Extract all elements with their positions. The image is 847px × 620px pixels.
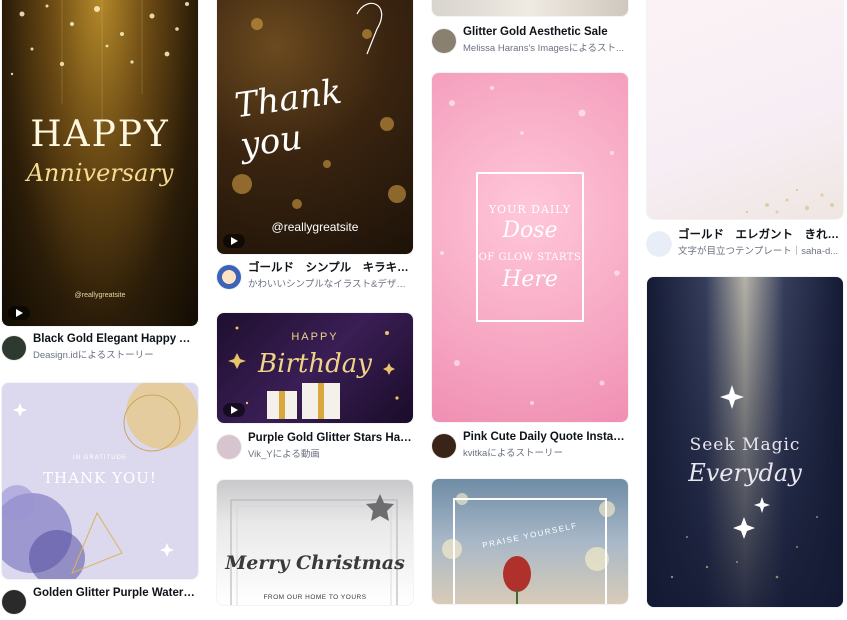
card-art-title: HAPPY — [30, 114, 170, 155]
card-art-line1: YOUR DAILY — [488, 203, 572, 216]
avatar — [432, 434, 456, 458]
avatar — [217, 435, 241, 459]
template-card-praise-yourself[interactable]: PRAISE YOURSELF — [432, 479, 628, 604]
card-meta[interactable]: ゴールド シンプル キラキラ... かわいいシンプルなイラスト&デザイ... — [217, 261, 413, 295]
avatar — [647, 232, 671, 256]
card-art-handle: @reallygreatsite — [271, 220, 359, 234]
play-icon — [231, 237, 238, 245]
avatar — [2, 336, 26, 360]
play-icon — [16, 309, 23, 317]
card-art-line2: Everyday — [688, 459, 802, 487]
avatar — [217, 265, 241, 289]
card-art-line4: Here — [502, 267, 558, 292]
card-author[interactable]: kvitkaによるストーリー — [463, 447, 628, 460]
play-icon — [231, 406, 238, 414]
card-art-small: IN GRATITUDE — [73, 455, 127, 461]
card-meta[interactable]: Golden Glitter Purple Waterc... — [2, 586, 198, 620]
template-thumbnail[interactable]: PRAISE YOURSELF — [432, 479, 628, 604]
template-card-seek-magic[interactable]: Seek Magic Everyday — [647, 277, 843, 607]
template-thumbnail[interactable] — [647, 0, 843, 219]
template-thumbnail[interactable]: Seek Magic Everyday — [647, 277, 843, 607]
card-art-line2: Dose — [502, 218, 558, 243]
card-title[interactable]: Golden Glitter Purple Waterc... — [33, 586, 198, 601]
video-badge — [223, 234, 245, 248]
card-title[interactable]: Pink Cute Daily Quote Instag... — [463, 430, 628, 445]
card-meta[interactable]: Glitter Gold Aesthetic Sale Melissa Hara… — [432, 25, 628, 59]
template-thumbnail[interactable]: IN GRATITUDE THANK YOU! — [2, 383, 198, 579]
video-badge — [223, 403, 245, 417]
template-card-black-gold-anniversary[interactable]: HAPPY Anniversary @reallygreatsite Black… — [2, 0, 198, 362]
template-thumbnail[interactable]: YOUR DAILY Dose OF GLOW STARTS Here — [432, 73, 628, 422]
card-title[interactable]: ゴールド エレガント きれい... — [678, 228, 843, 243]
card-title[interactable]: ゴールド シンプル キラキラ... — [248, 261, 413, 276]
card-meta[interactable]: Purple Gold Glitter Stars Hap... Vik_Yによ… — [217, 431, 413, 465]
card-art-handle: @reallygreatsite — [74, 292, 126, 299]
card-art-line1: Seek Magic — [689, 435, 801, 455]
template-card-purple-gold-birthday[interactable]: HAPPY Birthday Purple Gold Glitter Stars… — [217, 313, 413, 463]
template-card-glitter-gold-sale[interactable]: Glitter Gold Aesthetic Sale Melissa Hara… — [432, 0, 628, 60]
sparkle-icon — [720, 385, 744, 409]
card-meta[interactable]: ゴールド エレガント きれい... 文字が目立つテンプレート｜saha-d... — [647, 228, 843, 262]
card-author[interactable]: かわいいシンプルなイラスト&デザイ... — [248, 278, 413, 291]
card-art-script: Anniversary — [26, 159, 174, 187]
card-title[interactable]: Purple Gold Glitter Stars Hap... — [248, 431, 413, 446]
card-art-line3: OF GLOW STARTS — [478, 252, 582, 263]
template-card-merry-christmas[interactable]: Merry Christmas FROM OUR HOME TO YOURS — [217, 480, 413, 605]
frame-decoration — [230, 494, 398, 605]
sparkle-icon — [13, 403, 27, 417]
card-author[interactable]: Deasign.idによるストーリー — [33, 349, 198, 362]
card-author[interactable]: Melissa Harans's Imagesによるスト... — [463, 42, 628, 55]
card-author[interactable]: Vik_Yによる動画 — [248, 448, 413, 461]
template-card-pink-daily-quote[interactable]: YOUR DAILY Dose OF GLOW STARTS Here Pink… — [432, 73, 628, 463]
glitter-decoration — [440, 86, 620, 405]
template-thumbnail[interactable]: HAPPY Anniversary @reallygreatsite — [2, 0, 198, 326]
card-author[interactable]: 文字が目立つテンプレート｜saha-d... — [678, 245, 843, 258]
avatar — [2, 590, 26, 614]
card-title[interactable]: Glitter Gold Aesthetic Sale — [463, 25, 628, 40]
gold-dust-decoration — [745, 188, 834, 214]
card-art-script: Merry Christmas — [225, 552, 405, 574]
card-meta[interactable]: Pink Cute Daily Quote Instag... kvitkaによ… — [432, 430, 628, 464]
star-icon — [366, 494, 394, 521]
avatar — [432, 29, 456, 53]
template-thumbnail[interactable]: Thank you @reallygreatsite — [217, 0, 413, 254]
bokeh-decoration — [442, 493, 615, 604]
card-title[interactable]: Black Gold Elegant Happy An... — [33, 332, 198, 347]
template-thumbnail[interactable]: Merry Christmas FROM OUR HOME TO YOURS — [217, 480, 413, 605]
template-card-gold-elegant[interactable]: ゴールド エレガント きれい... 文字が目立つテンプレート｜saha-d... — [647, 0, 843, 262]
video-badge — [8, 306, 30, 320]
card-art-title: THANK YOU! — [43, 469, 157, 487]
template-thumbnail[interactable] — [432, 0, 628, 16]
card-art-script: Birthday — [258, 349, 372, 379]
card-meta[interactable]: Black Gold Elegant Happy An... Deasign.i… — [2, 332, 198, 366]
card-art-small: HAPPY — [291, 331, 339, 343]
template-card-golden-glitter-purple[interactable]: IN GRATITUDE THANK YOU! Golden Glitter P… — [2, 383, 198, 614]
template-card-gold-simple-thankyou[interactable]: Thank you @reallygreatsite ゴールド シンプル キラキ… — [217, 0, 413, 300]
card-art-small: FROM OUR HOME TO YOURS — [263, 594, 367, 601]
template-thumbnail[interactable]: HAPPY Birthday — [217, 313, 413, 423]
